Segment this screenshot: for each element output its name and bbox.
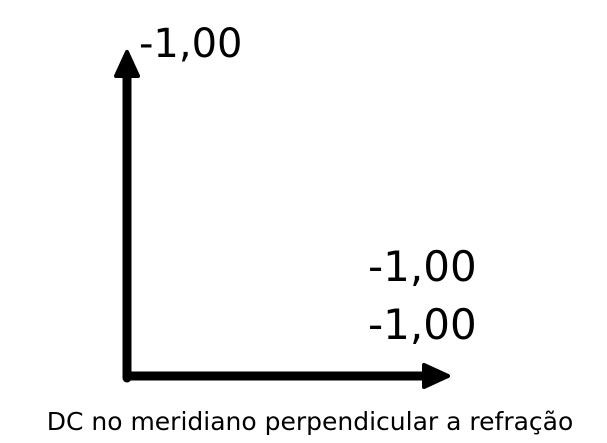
vertical-axis-label: -1,00	[139, 21, 243, 67]
horizontal-arrowhead-icon	[422, 363, 450, 389]
horizontal-axis-label-lower: -1,00	[368, 300, 477, 349]
horizontal-axis-label-upper: -1,00	[368, 242, 477, 291]
diagram-caption: DC no meridiano perpendicular a refração	[47, 407, 574, 436]
vertical-arrowhead-icon	[114, 50, 140, 78]
meridian-diagram: -1,00 -1,00 -1,00 DC no meridiano perpen…	[47, 21, 574, 436]
